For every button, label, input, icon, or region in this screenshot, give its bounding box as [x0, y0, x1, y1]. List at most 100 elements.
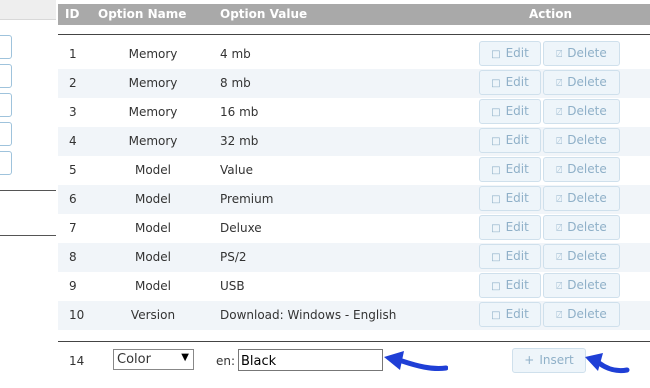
edit-button-label: Edit [505, 162, 529, 176]
edit-button[interactable]: □ Edit [479, 157, 541, 182]
row-option-name: Memory [128, 47, 178, 61]
sidebar-button[interactable] [0, 151, 12, 175]
edit-button[interactable]: □ Edit [479, 302, 541, 327]
delete-button[interactable]: ⍁ Delete [543, 128, 620, 153]
delete-button[interactable]: ⍁ Delete [543, 157, 620, 182]
row-option-name: Model [134, 250, 172, 264]
table-top-rule [58, 34, 650, 35]
row-option-value: 4 mb [220, 47, 251, 61]
edit-button[interactable]: □ Edit [479, 128, 541, 153]
sidebar-button[interactable] [0, 93, 12, 117]
document-icon: □ [491, 223, 501, 234]
trash-icon: ⍁ [556, 281, 563, 292]
edit-button[interactable]: □ Edit [479, 41, 541, 66]
sidebar-header-strip [0, 0, 56, 20]
delete-button[interactable]: ⍁ Delete [543, 215, 620, 240]
trash-icon: ⍁ [556, 165, 563, 176]
delete-button-label: Delete [567, 278, 607, 292]
edit-button[interactable]: □ Edit [479, 99, 541, 124]
delete-button-label: Delete [567, 220, 607, 234]
row-option-name: Model [134, 192, 172, 206]
delete-button-label: Delete [567, 104, 607, 118]
row-option-name: Memory [128, 134, 178, 148]
row-option-value: Download: Windows - English [220, 308, 397, 322]
row-option-name: Model [134, 221, 172, 235]
header-option-name: Option Name [98, 7, 187, 21]
trash-icon: ⍁ [556, 107, 563, 118]
row-option-value: Deluxe [220, 221, 262, 235]
table-row: 6 Model Premium □ Edit ⍁ Delete [58, 185, 650, 214]
document-icon: □ [491, 194, 501, 205]
document-icon: □ [491, 78, 501, 89]
row-id: 2 [69, 76, 77, 90]
table-row: 5 Model Value □ Edit ⍁ Delete [58, 156, 650, 185]
row-option-name: Model [134, 163, 172, 177]
trash-icon: ⍁ [556, 310, 563, 321]
sidebar-button[interactable] [0, 122, 12, 146]
left-sidebar-fragment [0, 0, 56, 388]
delete-button-label: Delete [567, 75, 607, 89]
edit-button-label: Edit [505, 75, 529, 89]
sidebar-button[interactable] [0, 35, 12, 59]
delete-button-label: Delete [567, 162, 607, 176]
edit-button[interactable]: □ Edit [479, 70, 541, 95]
edit-button[interactable]: □ Edit [479, 273, 541, 298]
delete-button[interactable]: ⍁ Delete [543, 273, 620, 298]
trash-icon: ⍁ [556, 136, 563, 147]
option-name-select[interactable]: Color ▼ [113, 349, 194, 370]
table-row: 7 Model Deluxe □ Edit ⍁ Delete [58, 214, 650, 243]
delete-button[interactable]: ⍁ Delete [543, 70, 620, 95]
edit-button-label: Edit [505, 191, 529, 205]
row-id: 6 [69, 192, 77, 206]
table-row: 9 Model USB □ Edit ⍁ Delete [58, 272, 650, 301]
table-row: 10 Version Download: Windows - English □ Edi… [58, 301, 650, 330]
table-bottom-rule [58, 341, 650, 342]
edit-button[interactable]: □ Edit [479, 244, 541, 269]
insert-button[interactable]: + Insert [512, 348, 586, 373]
document-icon: □ [491, 252, 501, 263]
document-icon: □ [491, 281, 501, 292]
row-id: 4 [69, 134, 77, 148]
chevron-down-icon: ▼ [181, 352, 189, 363]
row-option-name: Memory [128, 76, 178, 90]
document-icon: □ [491, 49, 501, 60]
table-row: 8 Model PS/2 □ Edit ⍁ Delete [58, 243, 650, 272]
edit-button[interactable]: □ Edit [479, 215, 541, 240]
option-name-select-value: Color [117, 352, 151, 367]
header-action: Action [529, 7, 573, 21]
document-icon: □ [491, 136, 501, 147]
row-option-value: PS/2 [220, 250, 247, 264]
option-value-input[interactable] [238, 349, 383, 371]
row-id: 3 [69, 105, 77, 119]
row-option-value: Premium [220, 192, 274, 206]
row-option-name: Memory [128, 105, 178, 119]
document-icon: □ [491, 310, 501, 321]
delete-button[interactable]: ⍁ Delete [543, 186, 620, 211]
edit-button[interactable]: □ Edit [479, 186, 541, 211]
options-table-body: 1 Memory 4 mb □ Edit ⍁ Delete 2 Memory 8 mb □ Edit ⍁… [58, 40, 650, 330]
delete-button[interactable]: ⍁ Delete [543, 244, 620, 269]
trash-icon: ⍁ [556, 252, 563, 263]
header-option-value: Option Value [220, 7, 308, 21]
insert-row-id: 14 [69, 354, 85, 368]
pointer-arrow-icon [585, 353, 630, 374]
edit-button-label: Edit [505, 249, 529, 263]
sidebar-button[interactable] [0, 64, 12, 88]
document-icon: □ [491, 165, 501, 176]
table-row: 4 Memory 32 mb □ Edit ⍁ Delete [58, 127, 650, 156]
row-option-value: Value [220, 163, 253, 177]
delete-button-label: Delete [567, 133, 607, 147]
delete-button-label: Delete [567, 249, 607, 263]
edit-button-label: Edit [505, 278, 529, 292]
plus-icon: + [524, 353, 535, 367]
delete-button[interactable]: ⍁ Delete [543, 41, 620, 66]
header-id: ID [65, 7, 80, 21]
delete-button[interactable]: ⍁ Delete [543, 99, 620, 124]
row-option-name: Version [130, 308, 176, 322]
row-option-name: Model [134, 279, 172, 293]
row-option-value: 32 mb [220, 134, 259, 148]
edit-button-label: Edit [505, 104, 529, 118]
delete-button[interactable]: ⍁ Delete [543, 302, 620, 327]
edit-button-label: Edit [505, 133, 529, 147]
pointer-arrow-icon [384, 351, 448, 371]
